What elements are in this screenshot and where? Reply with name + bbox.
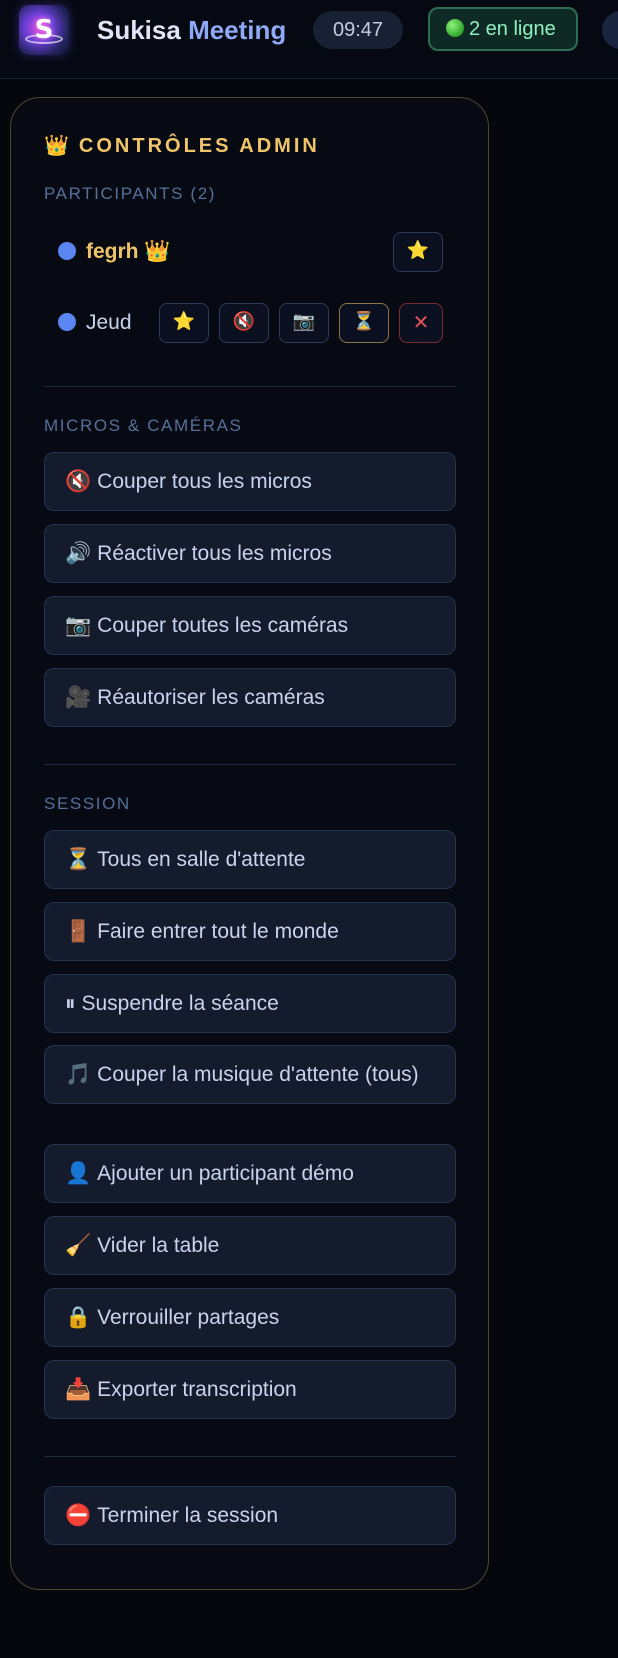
add-demo-participant-button[interactable]: 👤 Ajouter un participant démo [44,1144,456,1203]
admin-panel-title-text: CONTRÔLES ADMIN [78,135,320,157]
disable-camera-button[interactable]: 📷 [279,303,329,343]
lock-icon: 🔒 [65,1305,92,1329]
door-icon: 🚪 [65,919,92,943]
mute-all-mics-button[interactable]: 🔇 Couper tous les micros [44,452,456,511]
action-label: Verrouiller partages [97,1306,280,1329]
camera-icon: 📷 [65,613,92,637]
inbox-tray-icon: 📥 [65,1377,92,1401]
action-label: Exporter transcription [97,1378,297,1401]
header-extra-pill[interactable] [602,11,618,49]
stop-waiting-music-button[interactable]: 🎵 Couper la musique d'attente (tous) [44,1045,456,1104]
lock-sharing-button[interactable]: 🔒 Verrouiller partages [44,1288,456,1347]
export-transcript-button[interactable]: 📥 Exporter transcription [44,1360,456,1419]
muted-speaker-icon: 🔇 [65,469,92,493]
section-divider [44,386,456,387]
section-divider [44,1456,456,1457]
participant-name: Jeud [86,311,132,334]
action-label: Terminer la session [97,1504,279,1527]
promote-star-button[interactable]: ⭐ [393,232,443,272]
mics-cameras-section-label: MICROS & CAMÉRAS [44,416,243,435]
online-count: 2 en ligne [469,18,556,40]
crown-icon: 👑 [144,240,171,263]
mute-mic-button[interactable]: 🔇 [219,303,269,343]
participants-section-label: PARTICIPANTS (2) [44,184,217,203]
speaker-icon: 🔊 [65,541,92,565]
green-dot-icon [446,19,464,37]
broom-icon: 🧹 [65,1233,92,1257]
action-label: Couper tous les micros [97,470,312,493]
user-icon: 👤 [65,1161,92,1185]
crown-icon: 👑 [44,135,69,157]
admin-panel-title: 👑 CONTRÔLES ADMIN [44,133,320,158]
reallow-cameras-button[interactable]: 🎥 Réautoriser les caméras [44,668,456,727]
all-to-waiting-room-button[interactable]: ⏳ Tous en salle d'attente [44,830,456,889]
action-label: Vider la table [97,1234,220,1257]
send-to-waiting-room-button[interactable]: ⏳ [339,303,389,343]
clear-table-button[interactable]: 🧹 Vider la table [44,1216,456,1275]
app-logo[interactable]: S [19,5,69,55]
disable-all-cameras-button[interactable]: 📷 Couper toutes les caméras [44,596,456,655]
action-label: Réactiver tous les micros [97,542,332,565]
hourglass-icon: ⏳ [65,847,92,871]
action-label: Suspendre la séance [81,992,279,1015]
participant-row-host: fegrh 👑 [58,232,171,272]
admit-everyone-button[interactable]: 🚪 Faire entrer tout le monde [44,902,456,961]
participant-name: fegrh [86,240,139,263]
video-camera-icon: 🎥 [65,685,92,709]
logo-letter: S [34,15,54,45]
action-label: Couper la musique d'attente (tous) [97,1063,419,1086]
action-label: Réautoriser les caméras [97,686,325,709]
app-title: Sukisa Meeting [97,13,286,47]
action-label: Ajouter un participant démo [97,1162,354,1185]
unmute-all-mics-button[interactable]: 🔊 Réactiver tous les micros [44,524,456,583]
participant-row-guest: Jeud [58,303,132,343]
top-bar: S Sukisa Meeting 09:47 2 en ligne [0,0,618,79]
pause-icon: ⏸ [65,991,76,1015]
kick-participant-button[interactable]: ✕ [399,303,443,343]
session-section-label: SESSION [44,794,131,813]
admin-controls-panel: 👑 CONTRÔLES ADMIN PARTICIPANTS (2) fegrh … [10,97,489,1590]
action-label: Tous en salle d'attente [97,848,306,871]
section-divider [44,764,456,765]
app-title-second: Meeting [188,15,287,45]
suspend-session-button[interactable]: ⏸ Suspendre la séance [44,974,456,1033]
participant-status-dot [58,313,76,331]
promote-star-button[interactable]: ⭐ [159,303,209,343]
online-status-badge[interactable]: 2 en ligne [428,7,578,51]
clock-badge: 09:47 [313,11,403,49]
end-session-button[interactable]: ⛔ Terminer la session [44,1486,456,1545]
music-note-icon: 🎵 [65,1062,92,1086]
action-label: Couper toutes les caméras [97,614,349,637]
action-label: Faire entrer tout le monde [97,920,339,943]
no-entry-icon: ⛔ [65,1503,92,1527]
app-title-first: Sukisa [97,15,181,45]
participant-status-dot [58,242,76,260]
